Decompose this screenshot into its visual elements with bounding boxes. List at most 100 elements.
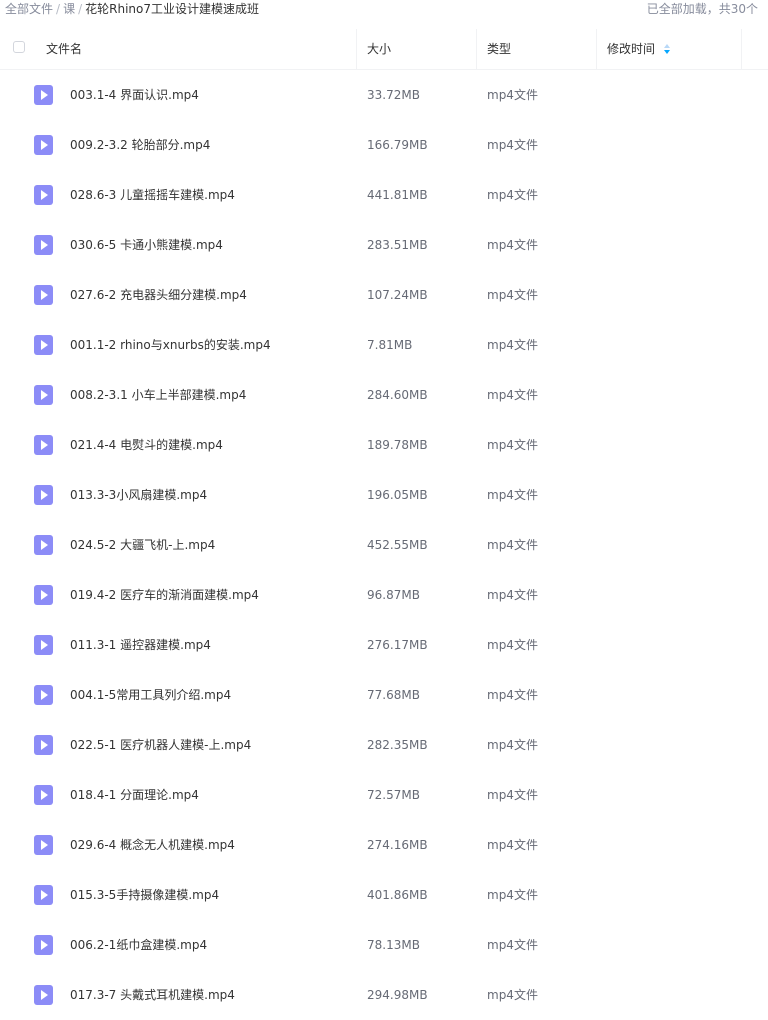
file-type: mp4文件 [487,588,538,602]
file-name[interactable]: 017.3-7 头戴式耳机建模.mp4 [70,970,235,1020]
file-type: mp4文件 [487,988,538,1002]
video-file-icon [34,635,53,655]
file-type: mp4文件 [487,738,538,752]
select-all-checkbox[interactable] [13,41,25,53]
file-list: 003.1-4 界面认识.mp4 33.72MB mp4文件 009.2-3.2 轮胎… [0,70,768,1020]
file-row[interactable]: 013.3-3小风扇建模.mp4 196.05MB mp4文件 [0,470,768,520]
file-size: 189.78MB [367,438,428,452]
file-type: mp4文件 [487,788,538,802]
column-header-modified[interactable]: 修改时间 [607,29,671,69]
video-file-icon [34,685,53,705]
file-row[interactable]: 001.1-2 rhino与xnurbs的安装.mp4 7.81MB mp4文件 [0,320,768,370]
column-header-type[interactable]: 类型 [487,29,511,69]
column-divider[interactable] [596,29,597,69]
column-header-size[interactable]: 大小 [367,29,391,69]
video-file-icon [34,585,53,605]
file-type: mp4文件 [487,888,538,902]
file-row[interactable]: 022.5-1 医疗机器人建模-上.mp4 282.35MB mp4文件 [0,720,768,770]
file-name[interactable]: 009.2-3.2 轮胎部分.mp4 [70,120,210,170]
video-file-icon [34,535,53,555]
file-row[interactable]: 024.5-2 大疆飞机-上.mp4 452.55MB mp4文件 [0,520,768,570]
file-row[interactable]: 021.4-4 电熨斗的建模.mp4 189.78MB mp4文件 [0,420,768,470]
column-divider[interactable] [356,29,357,69]
file-size: 78.13MB [367,938,420,952]
file-name[interactable]: 006.2-1纸巾盒建模.mp4 [70,920,207,970]
file-name[interactable]: 013.3-3小风扇建模.mp4 [70,470,207,520]
breadcrumb-item-all-files[interactable]: 全部文件 [5,2,53,16]
video-file-icon [34,735,53,755]
file-name[interactable]: 029.6-4 概念无人机建模.mp4 [70,820,235,870]
file-name[interactable]: 030.6-5 卡通小熊建模.mp4 [70,220,223,270]
file-name[interactable]: 024.5-2 大疆飞机-上.mp4 [70,520,215,570]
video-file-icon [34,785,53,805]
file-size: 166.79MB [367,138,428,152]
file-name[interactable]: 028.6-3 儿童摇摇车建模.mp4 [70,170,235,220]
file-size: 452.55MB [367,538,428,552]
file-name[interactable]: 001.1-2 rhino与xnurbs的安装.mp4 [70,320,271,370]
file-name[interactable]: 003.1-4 界面认识.mp4 [70,70,199,120]
file-row[interactable]: 015.3-5手持摄像建模.mp4 401.86MB mp4文件 [0,870,768,920]
file-type: mp4文件 [487,88,538,102]
file-row[interactable]: 017.3-7 头戴式耳机建模.mp4 294.98MB mp4文件 [0,970,768,1020]
file-type: mp4文件 [487,938,538,952]
file-name[interactable]: 019.4-2 医疗车的渐消面建模.mp4 [70,570,259,620]
video-file-icon [34,85,53,105]
file-name[interactable]: 008.2-3.1 小车上半部建模.mp4 [70,370,246,420]
file-size: 72.57MB [367,788,420,802]
column-header-name[interactable]: 文件名 [46,29,82,69]
file-row[interactable]: 018.4-1 分面理论.mp4 72.57MB mp4文件 [0,770,768,820]
file-size: 96.87MB [367,588,420,602]
breadcrumb-item-course[interactable]: 课 [63,2,75,16]
file-row[interactable]: 029.6-4 概念无人机建模.mp4 274.16MB mp4文件 [0,820,768,870]
file-size: 294.98MB [367,988,428,1002]
file-name[interactable]: 015.3-5手持摄像建模.mp4 [70,870,219,920]
file-row[interactable]: 004.1-5常用工具列介绍.mp4 77.68MB mp4文件 [0,670,768,720]
column-divider[interactable] [741,29,742,69]
file-type: mp4文件 [487,438,538,452]
file-size: 284.60MB [367,388,428,402]
breadcrumb-separator: / [78,2,83,16]
file-row[interactable]: 027.6-2 充电器头细分建模.mp4 107.24MB mp4文件 [0,270,768,320]
file-name[interactable]: 022.5-1 医疗机器人建模-上.mp4 [70,720,251,770]
video-file-icon [34,985,53,1005]
file-type: mp4文件 [487,238,538,252]
file-row[interactable]: 008.2-3.1 小车上半部建模.mp4 284.60MB mp4文件 [0,370,768,420]
file-type: mp4文件 [487,138,538,152]
table-header: 文件名 大小 类型 修改时间 [0,29,768,70]
video-file-icon [34,285,53,305]
file-row[interactable]: 030.6-5 卡通小熊建模.mp4 283.51MB mp4文件 [0,220,768,270]
file-size: 276.17MB [367,638,428,652]
sort-arrows-icon[interactable] [663,43,671,54]
video-file-icon [34,935,53,955]
video-file-icon [34,885,53,905]
video-file-icon [34,335,53,355]
file-size: 7.81MB [367,338,413,352]
file-size: 283.51MB [367,238,428,252]
file-name[interactable]: 021.4-4 电熨斗的建模.mp4 [70,420,223,470]
file-name[interactable]: 027.6-2 充电器头细分建模.mp4 [70,270,247,320]
breadcrumb: 全部文件 / 课 / 花轮Rhino7工业设计建模速成班 [5,0,259,18]
breadcrumb-current-folder: 花轮Rhino7工业设计建模速成班 [85,2,259,16]
file-row[interactable]: 019.4-2 医疗车的渐消面建模.mp4 96.87MB mp4文件 [0,570,768,620]
file-type: mp4文件 [487,338,538,352]
file-type: mp4文件 [487,538,538,552]
file-name[interactable]: 004.1-5常用工具列介绍.mp4 [70,670,231,720]
file-row[interactable]: 006.2-1纸巾盒建模.mp4 78.13MB mp4文件 [0,920,768,970]
file-row[interactable]: 003.1-4 界面认识.mp4 33.72MB mp4文件 [0,70,768,120]
file-type: mp4文件 [487,288,538,302]
file-type: mp4文件 [487,688,538,702]
file-size: 107.24MB [367,288,428,302]
column-divider[interactable] [476,29,477,69]
breadcrumb-separator: / [56,2,61,16]
file-row[interactable]: 009.2-3.2 轮胎部分.mp4 166.79MB mp4文件 [0,120,768,170]
file-size: 274.16MB [367,838,428,852]
file-size: 441.81MB [367,188,428,202]
file-name[interactable]: 011.3-1 遥控器建模.mp4 [70,620,211,670]
load-status: 已全部加载，共30个 [646,2,758,16]
file-size: 282.35MB [367,738,428,752]
file-row[interactable]: 028.6-3 儿童摇摇车建模.mp4 441.81MB mp4文件 [0,170,768,220]
file-name[interactable]: 018.4-1 分面理论.mp4 [70,770,199,820]
file-row[interactable]: 011.3-1 遥控器建模.mp4 276.17MB mp4文件 [0,620,768,670]
file-type: mp4文件 [487,838,538,852]
file-size: 33.72MB [367,88,420,102]
